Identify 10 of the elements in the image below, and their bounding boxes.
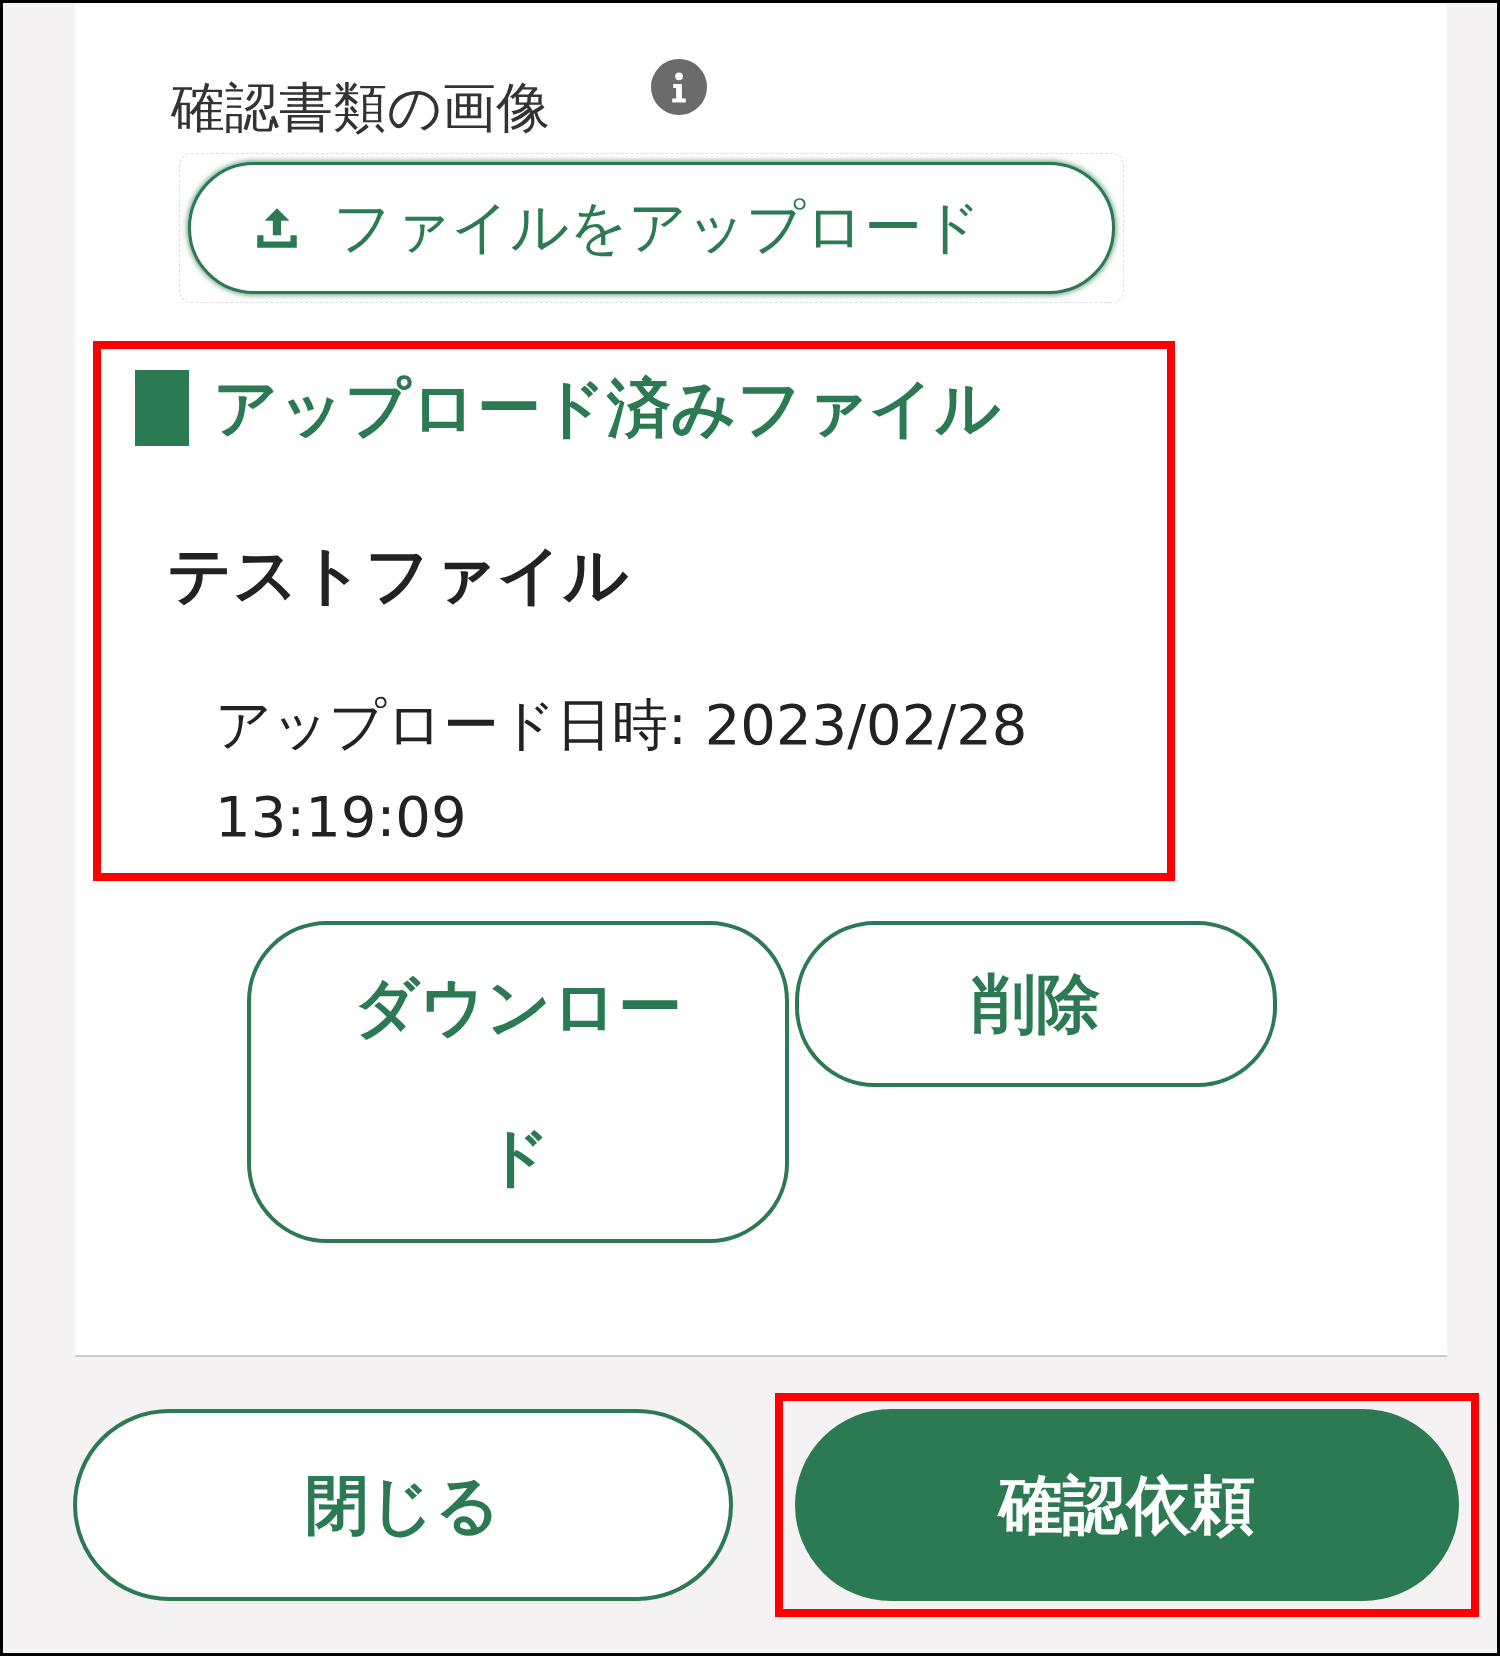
info-icon[interactable]: [650, 58, 708, 116]
download-button[interactable]: ダウンロード: [247, 920, 789, 1243]
section-heading: アップロード済みファイル: [213, 369, 1001, 447]
upload-button[interactable]: ファイルをアップロード: [188, 161, 1115, 294]
field-label: 確認書類の画像: [171, 76, 550, 141]
file-name: テストファイル: [167, 536, 630, 614]
upload-date: アップロード日時: 2023/02/28 13:19:09: [215, 690, 1029, 851]
delete-button[interactable]: 削除: [795, 920, 1277, 1087]
request-button[interactable]: 確認依頼: [795, 1409, 1459, 1601]
close-button[interactable]: 閉じる: [73, 1409, 733, 1601]
